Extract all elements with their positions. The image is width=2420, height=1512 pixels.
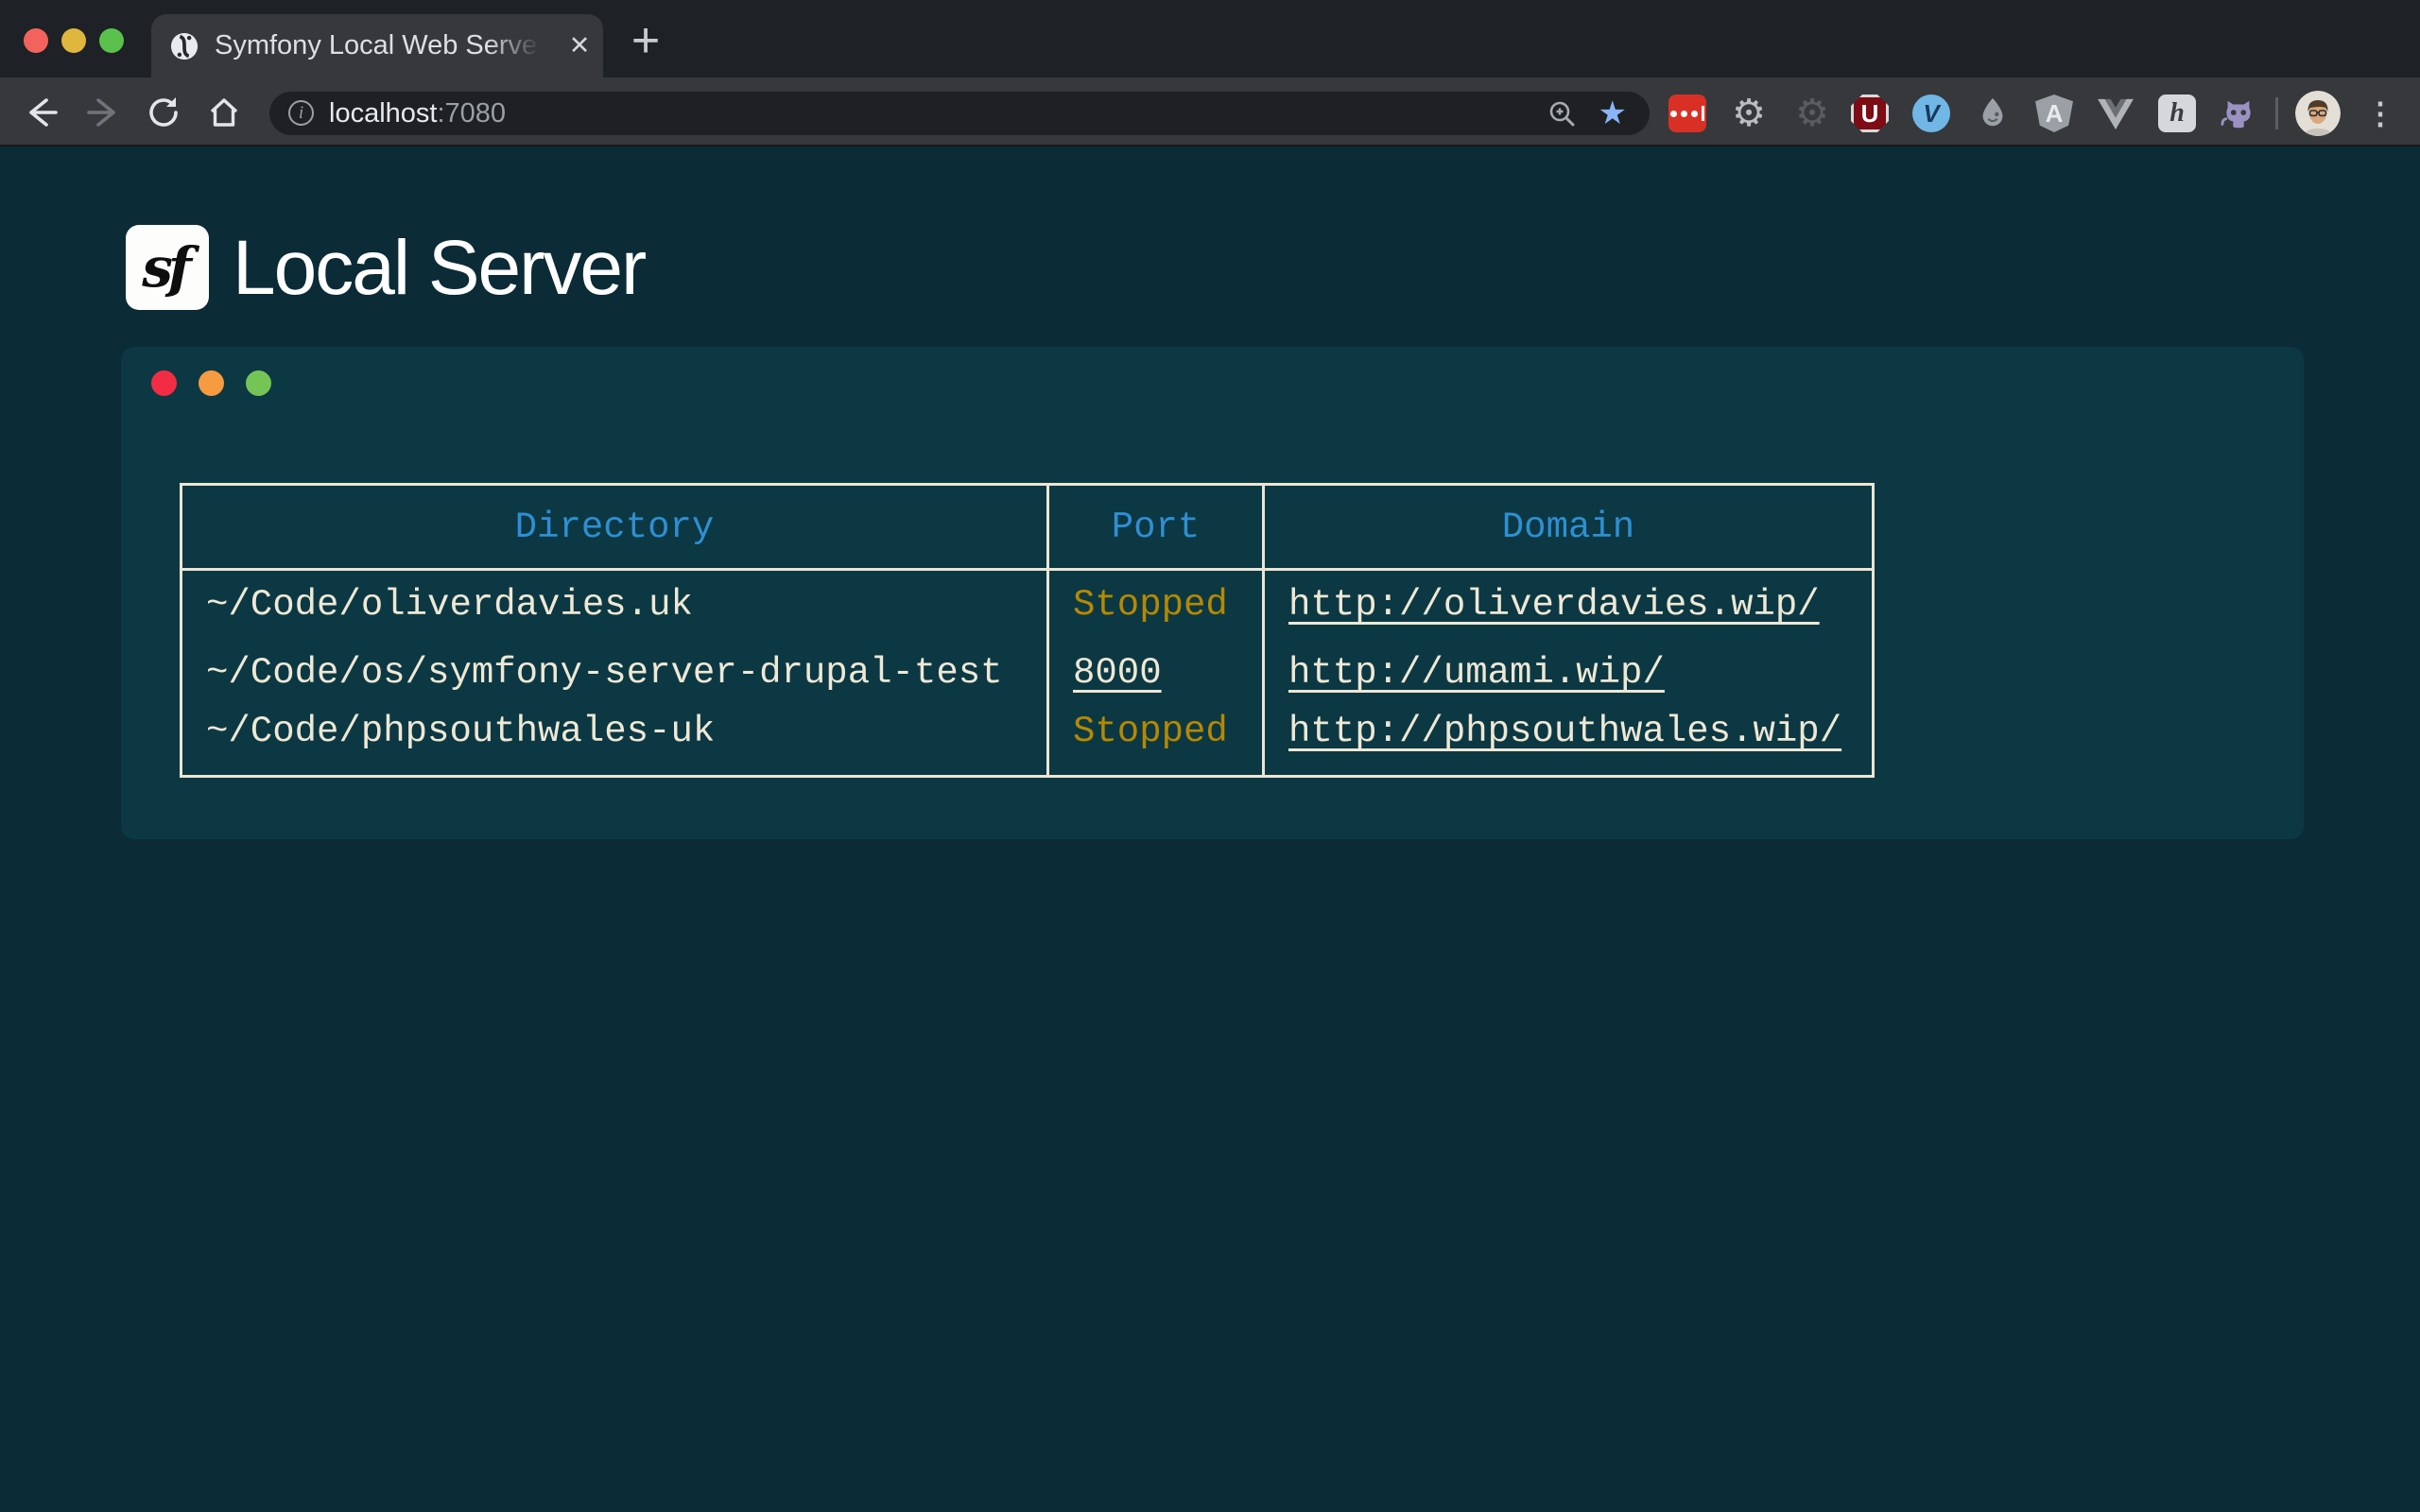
port-link[interactable]: 8000 [1073,652,1162,694]
column-header-domain: Domain [1264,485,1874,570]
home-icon[interactable] [202,91,246,134]
port-status-cell: Stopped [1048,570,1264,639]
directory-cell: ~/Code/oliverdavies.uk [182,570,1048,639]
extension-drupal-icon[interactable] [1974,94,2012,132]
url-text[interactable]: localhost:7080 [329,92,506,135]
panel-orange-dot-icon [199,370,224,396]
reload-icon[interactable] [142,91,185,134]
window-close-button[interactable] [24,28,48,53]
extension-github-octocat-icon[interactable] [2220,94,2257,132]
panel-red-dot-icon [151,370,177,396]
browser-tab-bar: Symfony Local Web Server: Prox ✕ + [0,0,2420,77]
browser-tab[interactable]: Symfony Local Web Server: Prox ✕ [151,14,603,77]
url-host: localhost [329,98,437,129]
window-minimize-button[interactable] [61,28,86,53]
domain-link[interactable]: http://oliverdavies.wip/ [1288,584,1820,626]
forward-icon[interactable] [81,91,125,134]
profile-avatar[interactable] [2295,91,2341,136]
servers-table: Directory Port Domain ~/Code/oliverdavie… [180,483,1875,778]
browser-menu-icon[interactable]: ⋮ [2363,91,2397,136]
tab-title-fade [487,18,549,75]
symfony-favicon-icon [170,32,199,60]
toolbar-separator [2275,97,2278,129]
back-icon[interactable] [20,91,63,134]
table-header-row: Directory Port Domain [182,485,1874,570]
address-bar[interactable]: i localhost:7080 ★ [269,92,1650,135]
column-header-port: Port [1048,485,1264,570]
page-viewport: sf Local Server Directory Port Domain ~/… [0,146,2420,1512]
domain-link[interactable]: http://phpsouthwales.wip/ [1288,711,1841,752]
extension-ublock-icon[interactable]: U [1851,94,1889,132]
column-header-directory: Directory [182,485,1048,570]
tab-close-icon[interactable]: ✕ [556,14,603,77]
extension-gear-icon[interactable]: ⚙ [1730,94,1768,132]
extension-gear-disabled-icon[interactable]: ⚙ [1793,94,1831,132]
extension-vimium-icon[interactable]: V [1912,94,1950,132]
site-info-icon[interactable]: i [288,100,314,126]
panel-green-dot-icon [246,370,271,396]
table-row: ~/Code/oliverdavies.uk Stopped http://ol… [182,570,1874,639]
extension-lastpass-icon[interactable] [1668,94,1706,132]
directory-cell: ~/Code/phpsouthwales-uk [182,708,1048,777]
bookmark-star-icon[interactable]: ★ [1599,92,1627,135]
extension-h-icon[interactable]: h [2158,94,2196,132]
page-title: Local Server [233,227,645,312]
table-row: ~/Code/phpsouthwales-uk Stopped http://p… [182,708,1874,777]
directory-cell: ~/Code/os/symfony-server-drupal-test [182,639,1048,708]
new-tab-button[interactable]: + [619,16,672,69]
domain-link[interactable]: http://umami.wip/ [1288,652,1665,694]
zoom-page-icon[interactable] [1547,99,1576,128]
port-status-cell: Stopped [1048,708,1264,777]
window-zoom-button[interactable] [99,28,124,53]
url-port: :7080 [437,98,506,129]
symfony-logo: sf [126,225,209,310]
extension-vue-icon[interactable] [2097,94,2135,132]
server-panel: Directory Port Domain ~/Code/oliverdavie… [121,347,2304,839]
table-row: ~/Code/os/symfony-server-drupal-test 800… [182,639,1874,708]
